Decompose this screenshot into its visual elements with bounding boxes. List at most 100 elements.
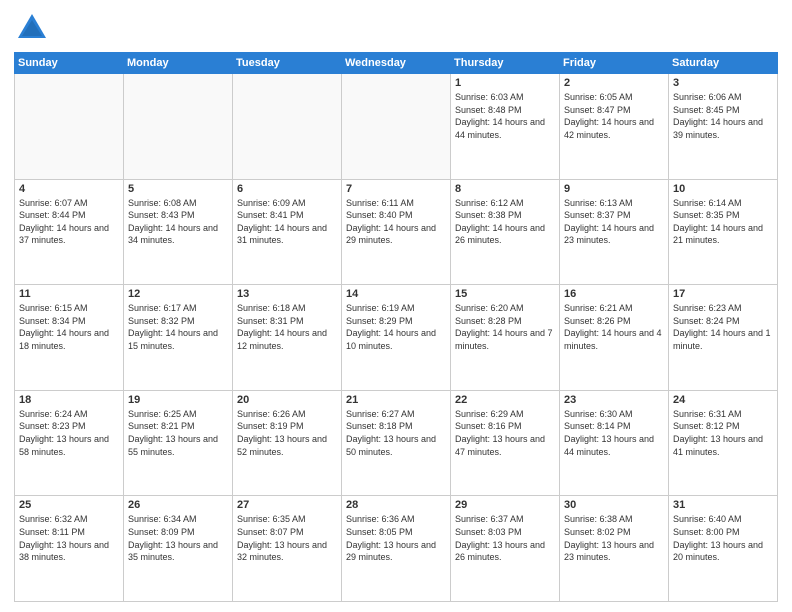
day-info: Sunrise: 6:17 AM Sunset: 8:32 PM Dayligh… bbox=[128, 302, 228, 352]
day-info: Sunrise: 6:05 AM Sunset: 8:47 PM Dayligh… bbox=[564, 91, 664, 141]
day-number: 15 bbox=[455, 288, 555, 300]
calendar-cell: 30 Sunrise: 6:38 AM Sunset: 8:02 PM Dayli… bbox=[560, 496, 669, 602]
calendar-cell: 9Sunrise: 6:13 AM Sunset: 8:37 PM Daylig… bbox=[560, 179, 669, 285]
day-info: Sunrise: 6:09 AM Sunset: 8:41 PM Dayligh… bbox=[237, 197, 337, 247]
day-number: 14 bbox=[346, 288, 446, 300]
calendar-cell bbox=[124, 74, 233, 180]
day-number: 24 bbox=[673, 394, 773, 406]
weekday-header-wednesday: Wednesday bbox=[342, 53, 451, 74]
day-info: Sunrise: 6:03 AM Sunset: 8:48 PM Dayligh… bbox=[455, 91, 555, 141]
day-info: Sunrise: 6:26 AM Sunset: 8:19 PM Dayligh… bbox=[237, 408, 337, 458]
week-row-5: 25 Sunrise: 6:32 AM Sunset: 8:11 PM Dayli… bbox=[15, 496, 778, 602]
calendar-cell: 6 Sunrise: 6:09 AM Sunset: 8:41 PM Daylig… bbox=[233, 179, 342, 285]
calendar-cell: 1 Sunrise: 6:03 AM Sunset: 8:48 PM Daylig… bbox=[451, 74, 560, 180]
day-info: Sunrise: 6:11 AM Sunset: 8:40 PM Dayligh… bbox=[346, 197, 446, 247]
calendar-cell: 27 Sunrise: 6:35 AM Sunset: 8:07 PM Dayli… bbox=[233, 496, 342, 602]
day-info: Sunrise: 6:06 AM Sunset: 8:45 PM Dayligh… bbox=[673, 91, 773, 141]
day-number: 4 bbox=[19, 183, 119, 195]
week-row-3: 11 Sunrise: 6:15 AM Sunset: 8:34 PM Dayli… bbox=[15, 285, 778, 391]
calendar-cell: 17Sunrise: 6:23 AM Sunset: 8:24 PM Dayli… bbox=[669, 285, 778, 391]
calendar-cell: 25 Sunrise: 6:32 AM Sunset: 8:11 PM Dayli… bbox=[15, 496, 124, 602]
day-number: 20 bbox=[237, 394, 337, 406]
day-info: Sunrise: 6:30 AM Sunset: 8:14 PM Dayligh… bbox=[564, 408, 664, 458]
calendar-cell: 19 Sunrise: 6:25 AM Sunset: 8:21 PM Dayli… bbox=[124, 390, 233, 496]
day-info: Sunrise: 6:21 AM Sunset: 8:26 PM Dayligh… bbox=[564, 302, 664, 352]
day-info: Sunrise: 6:24 AM Sunset: 8:23 PM Dayligh… bbox=[19, 408, 119, 458]
weekday-header-sunday: Sunday bbox=[15, 53, 124, 74]
day-info: Sunrise: 6:36 AM Sunset: 8:05 PM Dayligh… bbox=[346, 513, 446, 563]
day-number: 19 bbox=[128, 394, 228, 406]
week-row-1: 1 Sunrise: 6:03 AM Sunset: 8:48 PM Daylig… bbox=[15, 74, 778, 180]
day-number: 23 bbox=[564, 394, 664, 406]
calendar-cell: 13Sunrise: 6:18 AM Sunset: 8:31 PM Dayli… bbox=[233, 285, 342, 391]
day-number: 1 bbox=[455, 77, 555, 89]
week-row-4: 18 Sunrise: 6:24 AM Sunset: 8:23 PM Dayli… bbox=[15, 390, 778, 496]
day-info: Sunrise: 6:31 AM Sunset: 8:12 PM Dayligh… bbox=[673, 408, 773, 458]
day-info: Sunrise: 6:25 AM Sunset: 8:21 PM Dayligh… bbox=[128, 408, 228, 458]
day-number: 16 bbox=[564, 288, 664, 300]
page: SundayMondayTuesdayWednesdayThursdayFrid… bbox=[0, 0, 792, 612]
weekday-header-thursday: Thursday bbox=[451, 53, 560, 74]
day-number: 13 bbox=[237, 288, 337, 300]
day-number: 27 bbox=[237, 499, 337, 511]
calendar-cell: 16 Sunrise: 6:21 AM Sunset: 8:26 PM Dayli… bbox=[560, 285, 669, 391]
logo bbox=[14, 10, 54, 46]
day-number: 6 bbox=[237, 183, 337, 195]
calendar-cell: 7 Sunrise: 6:11 AM Sunset: 8:40 PM Daylig… bbox=[342, 179, 451, 285]
calendar-cell: 26 Sunrise: 6:34 AM Sunset: 8:09 PM Dayli… bbox=[124, 496, 233, 602]
day-info: Sunrise: 6:12 AM Sunset: 8:38 PM Dayligh… bbox=[455, 197, 555, 247]
day-number: 3 bbox=[673, 77, 773, 89]
day-number: 11 bbox=[19, 288, 119, 300]
day-info: Sunrise: 6:07 AM Sunset: 8:44 PM Dayligh… bbox=[19, 197, 119, 247]
day-number: 12 bbox=[128, 288, 228, 300]
weekday-header-monday: Monday bbox=[124, 53, 233, 74]
calendar-cell: 22Sunrise: 6:29 AM Sunset: 8:16 PM Dayli… bbox=[451, 390, 560, 496]
calendar-cell: 31Sunrise: 6:40 AM Sunset: 8:00 PM Dayli… bbox=[669, 496, 778, 602]
day-number: 10 bbox=[673, 183, 773, 195]
day-info: Sunrise: 6:15 AM Sunset: 8:34 PM Dayligh… bbox=[19, 302, 119, 352]
day-info: Sunrise: 6:08 AM Sunset: 8:43 PM Dayligh… bbox=[128, 197, 228, 247]
day-info: Sunrise: 6:14 AM Sunset: 8:35 PM Dayligh… bbox=[673, 197, 773, 247]
week-row-2: 4 Sunrise: 6:07 AM Sunset: 8:44 PM Daylig… bbox=[15, 179, 778, 285]
calendar-cell: 11 Sunrise: 6:15 AM Sunset: 8:34 PM Dayli… bbox=[15, 285, 124, 391]
calendar-cell: 3 Sunrise: 6:06 AM Sunset: 8:45 PM Daylig… bbox=[669, 74, 778, 180]
day-number: 7 bbox=[346, 183, 446, 195]
day-info: Sunrise: 6:32 AM Sunset: 8:11 PM Dayligh… bbox=[19, 513, 119, 563]
day-info: Sunrise: 6:27 AM Sunset: 8:18 PM Dayligh… bbox=[346, 408, 446, 458]
day-number: 26 bbox=[128, 499, 228, 511]
calendar-cell: 21 Sunrise: 6:27 AM Sunset: 8:18 PM Dayli… bbox=[342, 390, 451, 496]
day-number: 25 bbox=[19, 499, 119, 511]
day-info: Sunrise: 6:38 AM Sunset: 8:02 PM Dayligh… bbox=[564, 513, 664, 563]
calendar-cell bbox=[233, 74, 342, 180]
calendar-cell: 23 Sunrise: 6:30 AM Sunset: 8:14 PM Dayli… bbox=[560, 390, 669, 496]
day-info: Sunrise: 6:35 AM Sunset: 8:07 PM Dayligh… bbox=[237, 513, 337, 563]
day-number: 28 bbox=[346, 499, 446, 511]
day-number: 31 bbox=[673, 499, 773, 511]
calendar-table: SundayMondayTuesdayWednesdayThursdayFrid… bbox=[14, 52, 778, 602]
calendar-cell: 28 Sunrise: 6:36 AM Sunset: 8:05 PM Dayli… bbox=[342, 496, 451, 602]
calendar-cell: 10 Sunrise: 6:14 AM Sunset: 8:35 PM Dayli… bbox=[669, 179, 778, 285]
day-info: Sunrise: 6:19 AM Sunset: 8:29 PM Dayligh… bbox=[346, 302, 446, 352]
weekday-header-saturday: Saturday bbox=[669, 53, 778, 74]
calendar-cell: 15 Sunrise: 6:20 AM Sunset: 8:28 PM Dayli… bbox=[451, 285, 560, 391]
day-number: 5 bbox=[128, 183, 228, 195]
day-number: 29 bbox=[455, 499, 555, 511]
weekday-header-tuesday: Tuesday bbox=[233, 53, 342, 74]
day-number: 21 bbox=[346, 394, 446, 406]
day-number: 30 bbox=[564, 499, 664, 511]
calendar-cell: 14 Sunrise: 6:19 AM Sunset: 8:29 PM Dayli… bbox=[342, 285, 451, 391]
logo-icon bbox=[14, 10, 50, 46]
day-number: 9 bbox=[564, 183, 664, 195]
day-info: Sunrise: 6:20 AM Sunset: 8:28 PM Dayligh… bbox=[455, 302, 555, 352]
day-number: 22 bbox=[455, 394, 555, 406]
header bbox=[14, 10, 778, 46]
day-number: 18 bbox=[19, 394, 119, 406]
calendar-cell: 8Sunrise: 6:12 AM Sunset: 8:38 PM Daylig… bbox=[451, 179, 560, 285]
calendar-cell: 29Sunrise: 6:37 AM Sunset: 8:03 PM Dayli… bbox=[451, 496, 560, 602]
day-info: Sunrise: 6:34 AM Sunset: 8:09 PM Dayligh… bbox=[128, 513, 228, 563]
weekday-header-row: SundayMondayTuesdayWednesdayThursdayFrid… bbox=[15, 53, 778, 74]
calendar-cell: 18 Sunrise: 6:24 AM Sunset: 8:23 PM Dayli… bbox=[15, 390, 124, 496]
day-number: 2 bbox=[564, 77, 664, 89]
day-info: Sunrise: 6:23 AM Sunset: 8:24 PM Dayligh… bbox=[673, 302, 773, 352]
calendar-cell: 20 Sunrise: 6:26 AM Sunset: 8:19 PM Dayli… bbox=[233, 390, 342, 496]
